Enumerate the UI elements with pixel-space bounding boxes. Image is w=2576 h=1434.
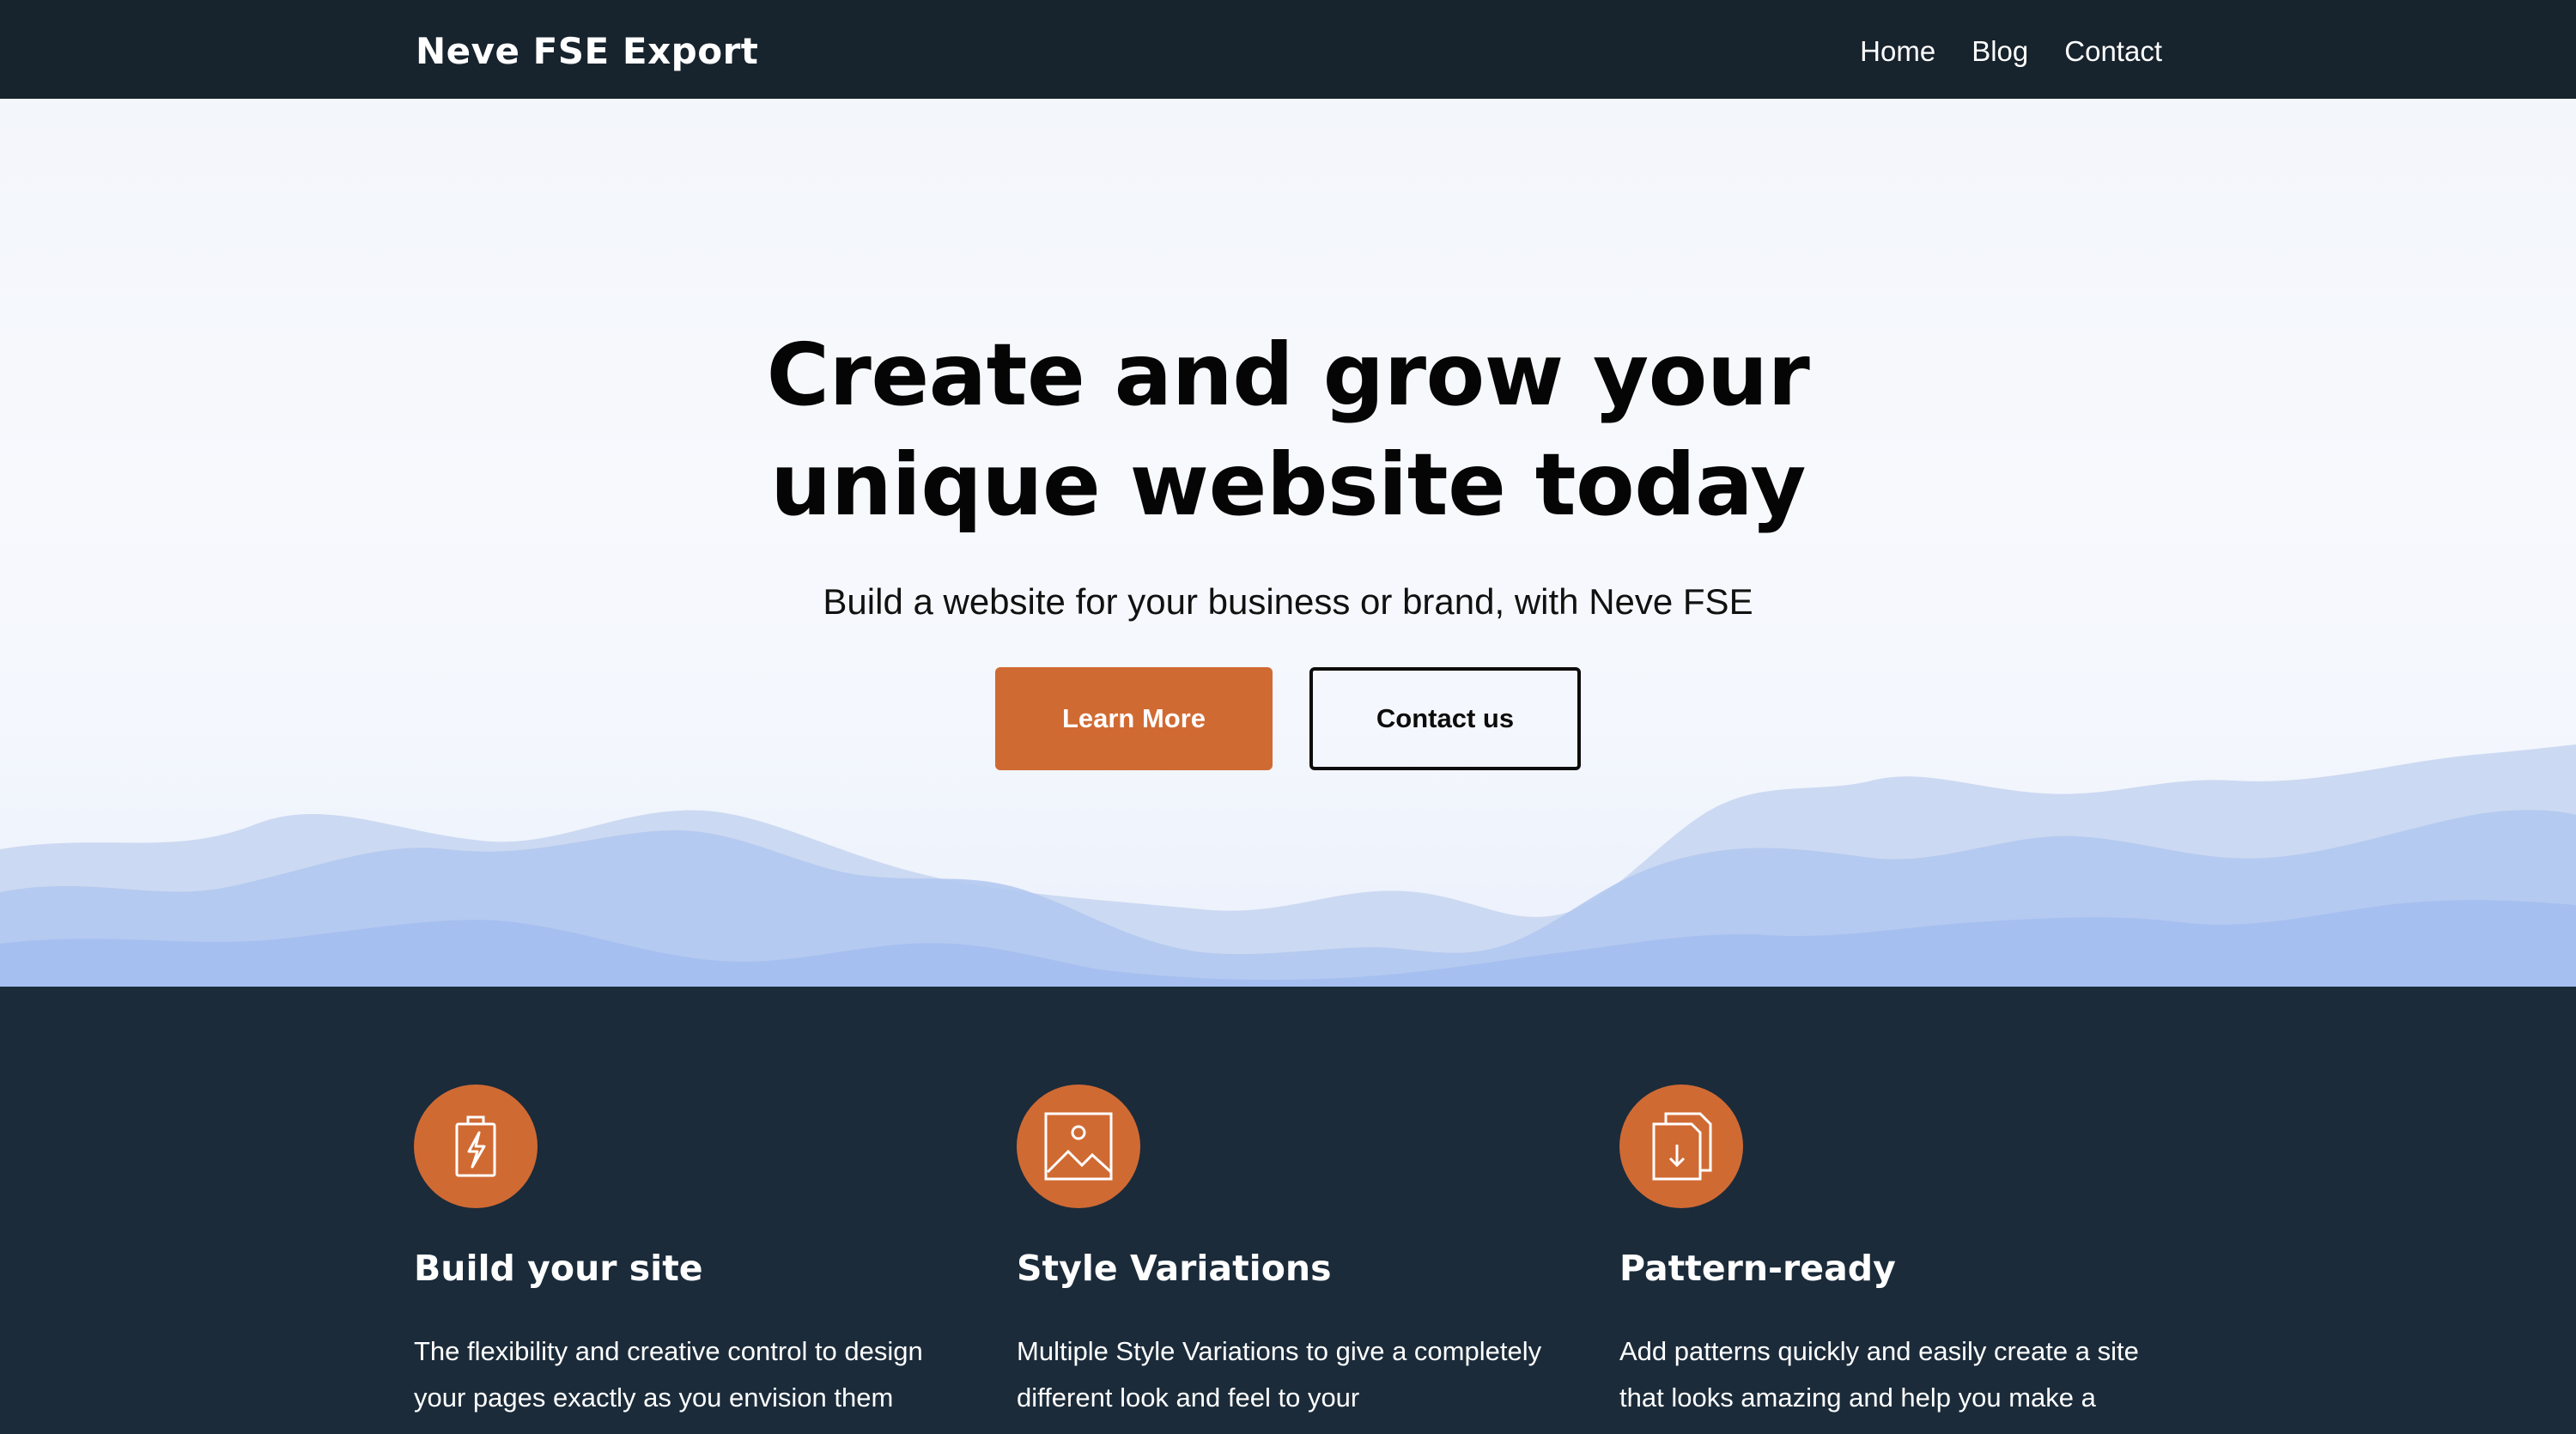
feature-description: Multiple Style Variations to give a comp… bbox=[1017, 1336, 1542, 1413]
nav-blog-link[interactable]: Blog bbox=[1971, 24, 2028, 79]
nav-contact-link[interactable]: Contact bbox=[2064, 24, 2162, 79]
documents-download-icon bbox=[1619, 1085, 1743, 1208]
feature-build-your-site: Build your site The flexibility and crea… bbox=[414, 1085, 963, 1421]
feature-description: The flexibility and creative control to … bbox=[414, 1336, 923, 1413]
feature-pattern-ready: Pattern-ready Add patterns quickly and e… bbox=[1619, 1085, 2169, 1421]
hero-title: Create and grow your unique website toda… bbox=[0, 320, 2576, 540]
feature-title: Pattern-ready bbox=[1619, 1248, 1896, 1289]
nav-home-link[interactable]: Home bbox=[1860, 24, 1935, 79]
feature-title: Build your site bbox=[414, 1248, 703, 1289]
hero-title-line-2: unique website today bbox=[770, 434, 1806, 535]
features-section: Build your site The flexibility and crea… bbox=[0, 987, 2576, 1434]
feature-description: Add patterns quickly and easily create a… bbox=[1619, 1336, 2139, 1413]
hero-subtitle: Build a website for your business or bra… bbox=[823, 581, 1753, 622]
mountain-backdrop bbox=[0, 744, 2576, 987]
hero-section: Create and grow your unique website toda… bbox=[0, 99, 2576, 987]
contact-us-button[interactable]: Contact us bbox=[1309, 667, 1581, 770]
learn-more-button[interactable]: Learn More bbox=[995, 667, 1273, 770]
feature-style-variations: Style Variations Multiple Style Variatio… bbox=[1017, 1085, 1566, 1421]
image-icon bbox=[1017, 1085, 1140, 1208]
site-header: Neve FSE Export Home Blog Contact bbox=[0, 0, 2576, 99]
main-navigation: Home Blog Contact bbox=[1860, 24, 2162, 79]
feature-title: Style Variations bbox=[1017, 1248, 1332, 1289]
site-title[interactable]: Neve FSE Export bbox=[416, 24, 758, 79]
battery-charge-icon bbox=[414, 1085, 538, 1208]
hero-title-line-1: Create and grow your bbox=[766, 325, 1810, 425]
